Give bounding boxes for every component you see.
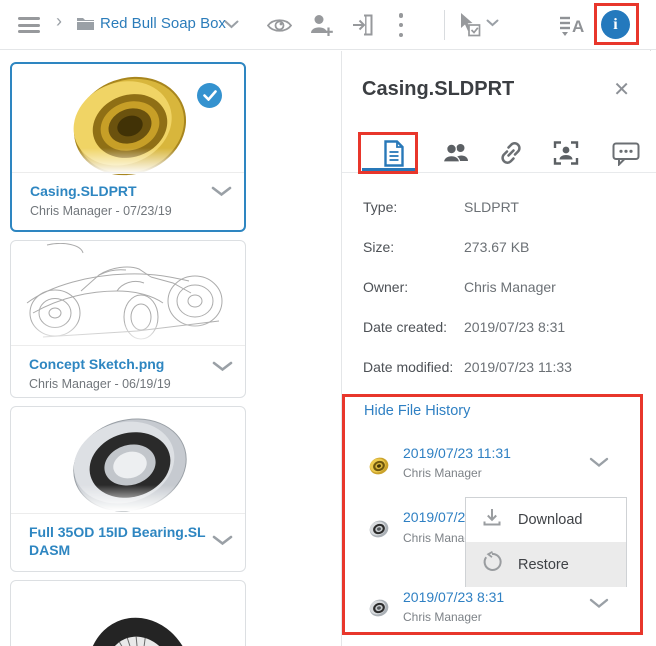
chevron-down-icon[interactable] (212, 359, 233, 377)
chevron-down-icon[interactable] (212, 533, 233, 551)
people-icon (442, 141, 470, 165)
sort-icon[interactable]: A (557, 12, 586, 39)
gray-bearing-mini-icon (367, 597, 391, 619)
property-row: Date created: 2019/07/23 8:31 (363, 319, 447, 339)
version-owner: Chris Manager (403, 610, 482, 624)
kebab-menu-icon[interactable] (398, 13, 404, 37)
comments-icon (612, 141, 640, 166)
info-icon[interactable]: i (601, 10, 630, 39)
where-used-icon (553, 140, 579, 166)
download-icon (481, 507, 503, 533)
property-label: Owner: (363, 279, 408, 295)
cursor-select-icon[interactable] (455, 11, 482, 38)
close-icon[interactable]: ✕ (613, 80, 630, 100)
file-name-link[interactable]: Casing.SLDPRT (30, 182, 230, 200)
version-link[interactable]: 2019/07/23 11:31 (403, 445, 511, 461)
file-card-bearing[interactable]: Full 35OD 15ID Bearing.SLDASM (10, 406, 246, 572)
property-value: 2019/07/23 11:33 (464, 359, 572, 375)
breadcrumb-dropdown-icon[interactable] (224, 20, 239, 29)
breadcrumb[interactable]: Red Bull Soap Box (100, 15, 226, 32)
file-card-concept-sketch[interactable]: Concept Sketch.png Chris Manager - 06/19… (10, 240, 246, 398)
tab-members[interactable] (434, 134, 478, 172)
menu-item-label: Download (518, 512, 583, 528)
chevron-down-icon[interactable] (211, 184, 232, 202)
property-value: Chris Manager (464, 279, 556, 295)
property-row: Type: SLDPRT (363, 199, 397, 219)
property-row: Owner: Chris Manager (363, 279, 408, 299)
version-link[interactable]: 2019/07/2 (403, 509, 465, 525)
menu-item-download[interactable]: Download (466, 498, 626, 542)
card-footer: Full 35OD 15ID Bearing.SLDASM (11, 513, 245, 571)
thumbnail-fade (13, 321, 243, 347)
hide-file-history-link[interactable]: Hide File History (364, 403, 470, 419)
thumbnail-fade (13, 485, 243, 511)
menu-item-restore[interactable]: Restore (466, 542, 626, 587)
property-value: SLDPRT (464, 199, 519, 215)
add-user-icon[interactable] (308, 13, 335, 38)
tab-comments[interactable] (604, 134, 648, 172)
file-card-casing[interactable]: Casing.SLDPRT Chris Manager - 07/23/19 (10, 62, 246, 232)
property-row: Size: 273.67 KB (363, 239, 394, 259)
top-toolbar: › Red Bull Soap Box (0, 0, 656, 50)
version-context-menu: Download Restore (465, 497, 627, 587)
thumbnail-fade (14, 148, 242, 174)
menu-item-label: Restore (518, 557, 569, 573)
file-meta: Chris Manager - 07/23/19 (30, 204, 230, 218)
file-meta: Chris Manager - 06/19/19 (29, 377, 231, 391)
active-tab-underline (362, 168, 417, 173)
wheel-thumbnail (11, 589, 245, 646)
property-row: Date modified: 2019/07/23 11:33 (363, 359, 453, 379)
file-name-link[interactable]: Full 35OD 15ID Bearing.SLDASM (29, 523, 209, 559)
panel-title: Casing.SLDPRT (362, 78, 514, 101)
version-link[interactable]: 2019/07/23 8:31 (403, 589, 504, 605)
toolbar-divider (444, 10, 445, 40)
eye-icon[interactable] (266, 14, 293, 37)
folder-icon (76, 16, 95, 31)
version-owner: Chris Manag (403, 531, 471, 545)
grid-view-icon[interactable] (524, 14, 546, 36)
property-value: 273.67 KB (464, 239, 529, 255)
app-window: › Red Bull Soap Box (0, 0, 656, 646)
chevron-down-icon[interactable] (589, 596, 609, 614)
document-icon (383, 140, 405, 167)
property-label: Type: (363, 199, 397, 215)
details-panel: Casing.SLDPRT ✕ (341, 51, 656, 646)
version-owner: Chris Manager (403, 466, 482, 480)
property-label: Date modified: (363, 359, 453, 375)
chevron-down-icon[interactable] (589, 455, 609, 473)
svg-text:A: A (572, 17, 584, 36)
gold-bearing-mini-icon (367, 455, 391, 477)
sign-in-icon[interactable] (350, 12, 375, 38)
property-value: 2019/07/23 8:31 (464, 319, 565, 335)
hamburger-icon[interactable] (18, 17, 40, 33)
file-name-link[interactable]: Concept Sketch.png (29, 355, 231, 373)
tab-where-used[interactable] (544, 134, 588, 172)
tab-links[interactable] (489, 134, 533, 172)
property-label: Date created: (363, 319, 447, 335)
restore-icon (481, 551, 503, 578)
cursor-select-dropdown-icon[interactable] (486, 19, 499, 27)
file-card-wheel[interactable] (10, 580, 246, 646)
link-icon (498, 140, 524, 166)
card-footer: Concept Sketch.png Chris Manager - 06/19… (11, 345, 245, 397)
card-footer: Casing.SLDPRT Chris Manager - 07/23/19 (12, 172, 244, 230)
selected-check-icon[interactable] (197, 83, 222, 108)
gray-bearing-mini-icon (367, 518, 391, 540)
breadcrumb-chevron: › (56, 11, 62, 32)
property-label: Size: (363, 239, 394, 255)
tab-details[interactable] (372, 134, 416, 172)
